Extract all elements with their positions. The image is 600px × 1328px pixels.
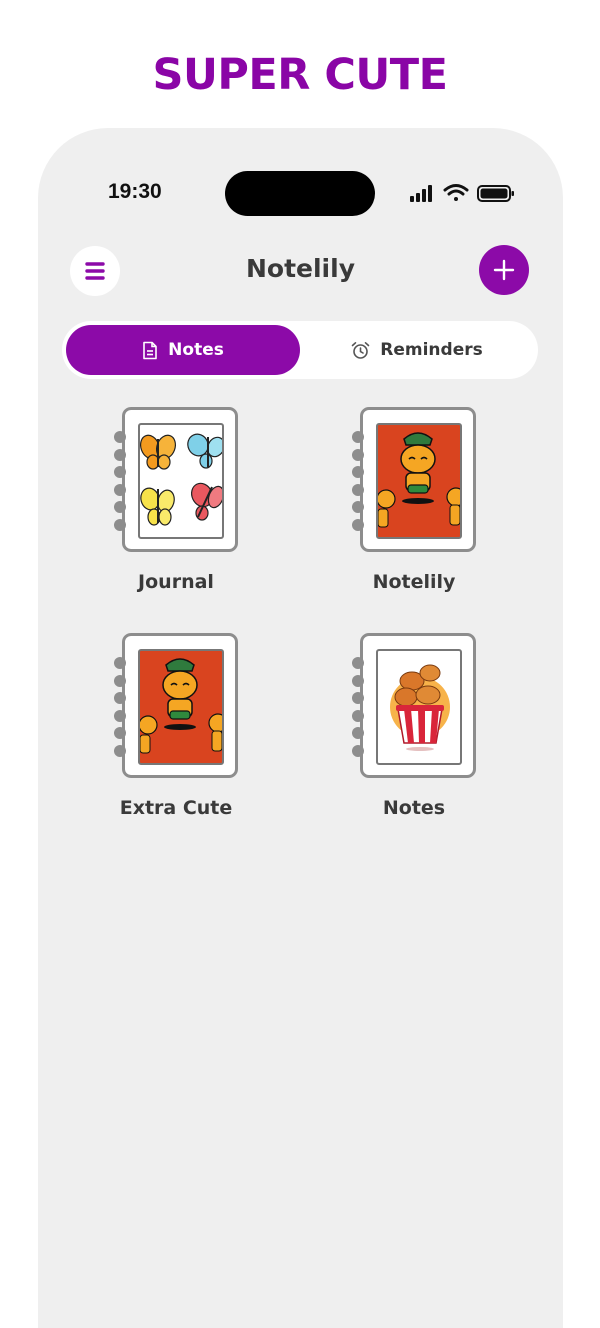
cartoon-dog-icon (378, 432, 460, 528)
alarm-clock-icon (351, 341, 370, 359)
spiral-rings (114, 657, 126, 762)
orange-butterfly-icon (140, 434, 177, 470)
spiral-rings (352, 431, 364, 536)
tab-reminders-label: Reminders (380, 340, 483, 360)
butterflies-cover (138, 423, 224, 539)
status-icons (410, 184, 514, 202)
notebook-extra-cute[interactable]: Extra Cute (76, 633, 276, 833)
spiral-rings (114, 431, 126, 536)
document-icon (143, 341, 157, 359)
notebook-title: Extra Cute (119, 797, 233, 819)
pink-butterfly-icon (191, 482, 222, 521)
tab-notes-label: Notes (168, 340, 224, 360)
plus-icon (493, 259, 515, 281)
phone-screen: 19:30 Notelily Notes Reminders Journal N… (38, 128, 563, 1328)
battery-icon (477, 185, 514, 202)
segmented-tabs: Notes Reminders (62, 321, 538, 379)
fried-chicken-bucket-icon (390, 664, 450, 751)
wifi-icon (443, 184, 469, 201)
promo-headline: SUPER CUTE (152, 50, 448, 100)
signal-icon (410, 185, 432, 202)
status-time: 19:30 (108, 180, 162, 203)
blue-butterfly-icon (187, 433, 222, 469)
notebook-notes[interactable]: Notes (314, 633, 514, 833)
tab-reminders[interactable]: Reminders (300, 325, 534, 375)
tab-notes[interactable]: Notes (66, 325, 300, 375)
notebook-title: Notelily (372, 571, 456, 593)
dynamic-island (225, 171, 375, 216)
notebook-title: Notes (382, 797, 446, 819)
yellow-butterfly-icon (140, 487, 175, 526)
fried-chicken-cover (376, 649, 462, 765)
notebook-title: Journal (138, 571, 214, 593)
notebook-notelily[interactable]: Notelily (314, 407, 514, 607)
add-note-button[interactable] (479, 245, 529, 295)
cartoon-dog-cover (376, 423, 462, 539)
notebook-journal[interactable]: Journal (76, 407, 276, 607)
cartoon-dog-icon (140, 658, 222, 754)
cartoon-dog-cover (138, 649, 224, 765)
spiral-rings (352, 657, 364, 762)
